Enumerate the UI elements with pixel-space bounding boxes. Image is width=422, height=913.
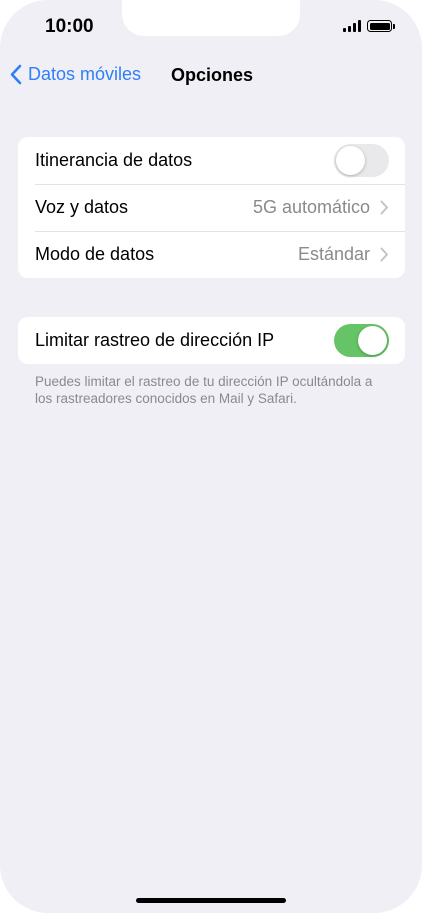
row-label-limit-ip-tracking: Limitar rastreo de dirección IP bbox=[35, 330, 275, 350]
row-label-voice-and-data: Voz y datos bbox=[35, 197, 129, 217]
row-value-data-mode: Estándar bbox=[297, 244, 370, 264]
notch bbox=[122, 0, 300, 36]
row-value-voice-and-data: 5G automático bbox=[252, 197, 370, 217]
row-limit-ip-tracking: Limitar rastreo de dirección IP bbox=[18, 317, 405, 364]
status-icons bbox=[343, 20, 395, 32]
toggle-data-roaming[interactable] bbox=[334, 144, 389, 177]
status-time: 10:00 bbox=[45, 16, 94, 37]
toggle-knob bbox=[336, 146, 365, 175]
back-button[interactable]: Datos móviles bbox=[9, 64, 141, 85]
home-indicator[interactable] bbox=[136, 898, 286, 903]
row-data-roaming: Itinerancia de datos bbox=[18, 137, 405, 184]
cellular-signal-icon bbox=[343, 20, 361, 32]
footnote-ip-tracking: Puedes limitar el rastreo de tu direcció… bbox=[35, 374, 373, 406]
row-label-data-mode: Modo de datos bbox=[35, 244, 155, 264]
chevron-right-icon bbox=[380, 200, 388, 215]
settings-group-data: Itinerancia de datos Voz y datos 5G auto… bbox=[18, 137, 405, 278]
row-data-mode[interactable]: Modo de datos Estándar bbox=[18, 231, 405, 278]
toggle-limit-ip-tracking[interactable] bbox=[334, 324, 389, 357]
row-label-data-roaming: Itinerancia de datos bbox=[35, 150, 193, 170]
toggle-knob bbox=[358, 326, 387, 355]
chevron-left-icon bbox=[10, 64, 22, 85]
page-title: Opciones bbox=[171, 65, 254, 85]
phone-screen: 10:00 Datos móviles Opciones Itinerancia… bbox=[0, 0, 422, 913]
chevron-right-icon bbox=[380, 247, 388, 262]
settings-group-ip-tracking: Limitar rastreo de dirección IP bbox=[18, 317, 405, 364]
navigation-bar: Datos móviles Opciones bbox=[0, 60, 422, 92]
back-button-label: Datos móviles bbox=[28, 64, 142, 84]
battery-icon bbox=[367, 20, 395, 32]
row-voice-and-data[interactable]: Voz y datos 5G automático bbox=[18, 184, 405, 231]
